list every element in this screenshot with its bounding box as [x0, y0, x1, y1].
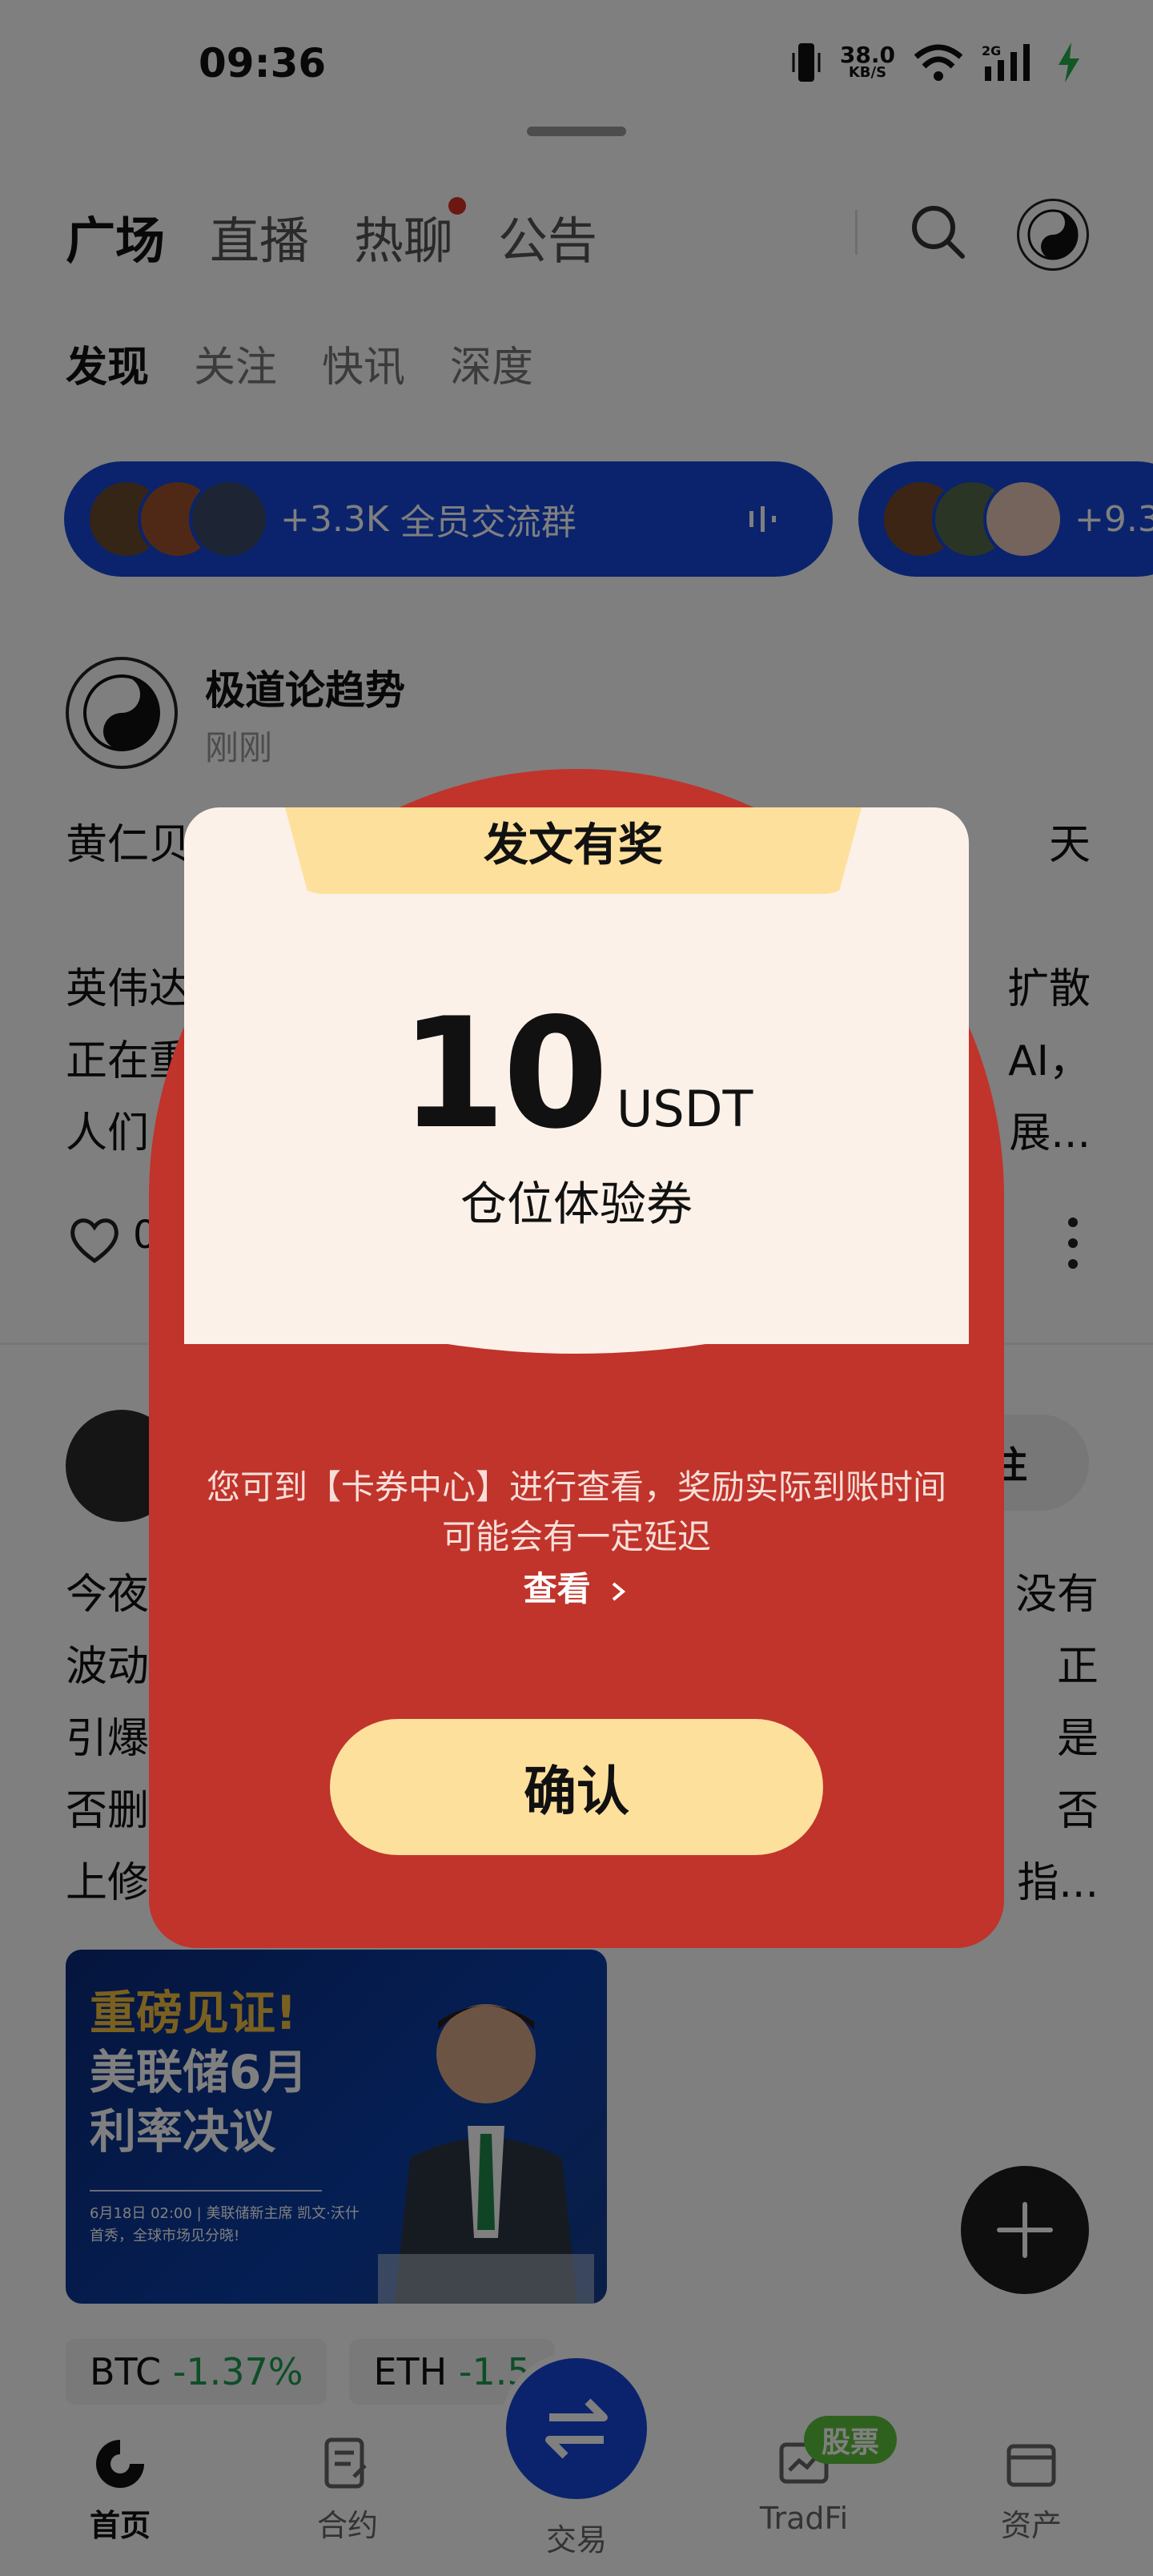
view-voucher-link[interactable]: 查看 [184, 1562, 969, 1611]
card-bottom-curve [184, 1266, 969, 1354]
reward-amount: 10 [400, 985, 609, 1162]
view-link-label: 查看 [523, 1569, 591, 1608]
reward-amount-row: 10 USDT [184, 985, 969, 1162]
chevron-right-icon [613, 1581, 626, 1601]
confirm-button[interactable]: 确认 [330, 1719, 823, 1855]
reward-hint: 您可到【卡券中心】进行查看，奖励实际到账时间可能会有一定延迟 [206, 1467, 946, 1556]
voucher-name: 仓位体验券 [460, 1177, 693, 1231]
reward-header-title: 发文有奖 [484, 819, 663, 871]
reward-unit: USDT [617, 1080, 753, 1138]
